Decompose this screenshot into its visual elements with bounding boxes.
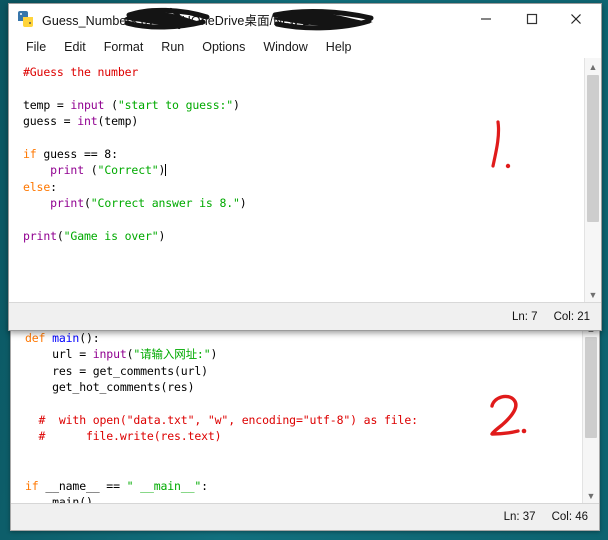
- code-token: ): [210, 347, 218, 362]
- minimize-icon: [481, 18, 491, 20]
- code-token: __name__ ==: [38, 478, 127, 493]
- background-code-editor[interactable]: def main(): url = input("请输入网址:") res = …: [11, 320, 583, 504]
- code-token: get_hot_comments(res): [25, 380, 195, 395]
- maximize-icon: [526, 13, 538, 25]
- menu-item-format[interactable]: Format: [95, 38, 153, 56]
- menu-bar[interactable]: File Edit Format Run Options Window Help: [9, 35, 601, 60]
- maximize-button[interactable]: [509, 4, 555, 34]
- background-line-indicator: Ln: 37: [503, 511, 536, 523]
- code-token: else: [23, 179, 51, 194]
- foreground-line-indicator: Ln: 7: [511, 310, 538, 323]
- code-token: (: [83, 163, 98, 178]
- code-token: guess =: [23, 114, 78, 129]
- python-file-icon: [18, 11, 34, 27]
- code-token: #Guess the number: [23, 65, 139, 79]
- window-title-part2: OneDrive: [190, 13, 245, 28]
- menu-item-options[interactable]: Options: [193, 38, 254, 56]
- background-col-indicator: Col: 46: [551, 511, 588, 523]
- menu-item-edit[interactable]: Edit: [55, 38, 95, 56]
- window-title: Guess_Numbers.py - C:/UOneDrive桌面/New Le…: [42, 10, 355, 29]
- code-token: ): [233, 97, 240, 112]
- code-token: "请输入网址:": [133, 347, 211, 362]
- foreground-vertical-scrollbar[interactable]: ▲ ▼: [584, 58, 601, 303]
- code-token: ): [158, 229, 166, 244]
- code-token: guess == 8:: [36, 147, 118, 162]
- code-token: if: [25, 478, 39, 493]
- code-token: "Correct": [97, 163, 159, 178]
- window-title-part3: 桌面/New Learnin...: [244, 13, 356, 28]
- menu-item-window[interactable]: Window: [254, 38, 316, 56]
- code-token: int: [77, 114, 98, 129]
- title-bar[interactable]: Guess_Numbers.py - C:/UOneDrive桌面/New Le…: [9, 4, 601, 35]
- close-button[interactable]: [553, 4, 599, 34]
- scroll-down-icon[interactable]: ▼: [583, 487, 599, 504]
- code-token: input: [92, 347, 127, 362]
- foreground-idle-window[interactable]: Guess_Numbers.py - C:/UOneDrive桌面/New Le…: [8, 3, 602, 331]
- code-token: " __main__": [126, 478, 202, 493]
- code-token: (: [83, 196, 91, 211]
- text-caret: [165, 164, 167, 177]
- desktop-background: def main(): url = input("请输入网址:") res = …: [0, 0, 608, 540]
- code-token: "start to guess:": [117, 97, 234, 112]
- code-token: "Game is over": [63, 229, 159, 244]
- menu-item-file[interactable]: File: [17, 38, 55, 56]
- code-token: main: [52, 331, 80, 345]
- code-token: url =: [25, 347, 93, 362]
- menu-item-run[interactable]: Run: [152, 38, 193, 56]
- code-token: # file.write(res.text): [25, 429, 222, 444]
- code-token: (: [104, 97, 118, 112]
- code-token: def: [25, 331, 46, 345]
- code-token: ): [158, 163, 166, 178]
- code-token: input: [70, 97, 105, 112]
- scroll-thumb[interactable]: [587, 75, 599, 222]
- code-token: (: [56, 229, 64, 244]
- code-token: # with open("data.txt", "w", encoding="u…: [25, 413, 418, 428]
- background-status-bar: Ln: 37 Col: 46: [11, 503, 599, 530]
- code-token: print: [50, 196, 84, 211]
- code-token: res = get_comments(url): [25, 363, 208, 378]
- code-token: ): [239, 196, 247, 211]
- code-token: (temp): [97, 114, 139, 129]
- background-vertical-scrollbar[interactable]: ▲ ▼: [582, 320, 599, 504]
- code-token: temp =: [23, 97, 71, 112]
- code-token: "Correct answer is 8.": [90, 196, 240, 211]
- menu-item-help[interactable]: Help: [317, 38, 361, 56]
- close-icon: [571, 14, 581, 24]
- code-token: print: [50, 163, 84, 178]
- foreground-status-bar: Ln: 7 Col: 21: [9, 302, 601, 330]
- minimize-button[interactable]: [463, 4, 509, 34]
- background-idle-window[interactable]: def main(): url = input("请输入网址:") res = …: [10, 320, 600, 531]
- scroll-thumb[interactable]: [585, 337, 597, 439]
- code-token: :: [50, 179, 57, 194]
- scroll-down-icon[interactable]: ▼: [585, 286, 601, 303]
- code-token: ():: [79, 331, 100, 345]
- background-code-text: def main(): url = input("请输入网址:") res = …: [11, 320, 583, 504]
- foreground-code-editor[interactable]: #Guess the number temp = input ("start t…: [9, 58, 585, 303]
- foreground-col-indicator: Col: 21: [553, 310, 590, 323]
- scroll-up-icon[interactable]: ▲: [585, 58, 601, 75]
- code-token: if: [23, 147, 37, 162]
- code-token: :: [201, 478, 208, 493]
- foreground-code-text: #Guess the number temp = input ("start t…: [9, 58, 585, 244]
- window-title-part1: Guess_Numbers.py - C:/U: [42, 13, 191, 28]
- code-token: print: [23, 229, 57, 244]
